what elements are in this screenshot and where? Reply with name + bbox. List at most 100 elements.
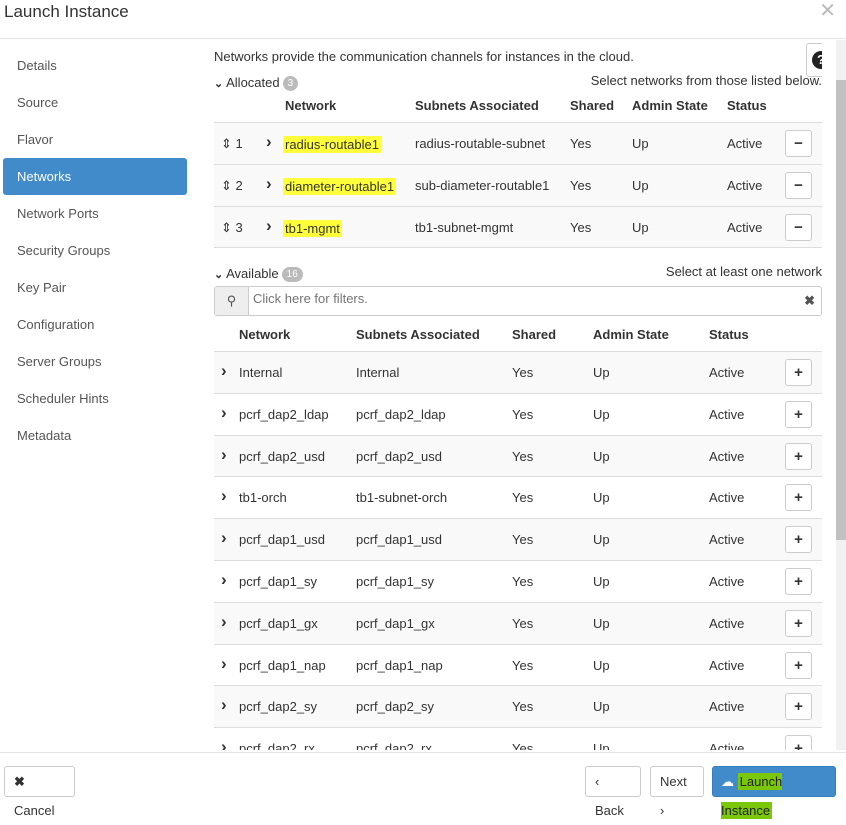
cell-admin: Up xyxy=(593,741,610,750)
remove-button[interactable]: − xyxy=(785,130,812,157)
sidebar-item-server-groups[interactable]: Server Groups xyxy=(3,343,187,380)
remove-button[interactable]: − xyxy=(785,172,812,199)
sidebar-item-scheduler-hints[interactable]: Scheduler Hints xyxy=(3,380,187,417)
cell-subnets: pcrf_dap2_ldap xyxy=(356,406,446,422)
sidebar-item-source[interactable]: Source xyxy=(3,84,187,121)
question-icon: ? xyxy=(812,51,822,69)
expand-chevron-icon[interactable]: › xyxy=(221,695,227,715)
sidebar-item-networks[interactable]: Networks xyxy=(3,158,187,195)
cell-status: Active xyxy=(709,448,745,464)
drag-handle[interactable]: ⇕ 1 xyxy=(221,136,243,152)
sidebar-item-metadata[interactable]: Metadata xyxy=(3,417,187,454)
expand-chevron-icon[interactable]: › xyxy=(221,737,227,750)
remove-button[interactable]: − xyxy=(785,214,812,241)
clear-filter-icon[interactable]: ✖ xyxy=(804,293,815,309)
cell-subnets: tb1-subnet-orch xyxy=(356,490,448,506)
back-button[interactable]: ‹ Back xyxy=(585,766,641,818)
scrollbar-thumb[interactable] xyxy=(836,80,846,540)
chevron-down-icon: ⌄ xyxy=(214,78,224,90)
table-row: › pcrf_dap2_sy pcrf_dap2_sy Yes Up Active + xyxy=(214,685,822,728)
column-header-admin[interactable]: Admin State xyxy=(593,327,669,342)
cell-status: Active xyxy=(709,365,745,380)
cell-status: Active xyxy=(709,532,745,548)
expand-chevron-icon[interactable]: › xyxy=(221,445,227,465)
cell-subnets: tb1-subnet-mgmt xyxy=(415,220,514,235)
table-row: › pcrf_dap1_nap pcrf_dap1_nap Yes Up Active + xyxy=(214,643,822,686)
sidebar-item-configuration[interactable]: Configuration xyxy=(3,306,187,343)
expand-chevron-icon[interactable]: › xyxy=(266,174,272,194)
cell-status: Active xyxy=(709,490,745,506)
expand-chevron-icon[interactable]: › xyxy=(221,361,227,381)
column-header-admin[interactable]: Admin State xyxy=(632,98,708,113)
add-button[interactable]: + xyxy=(785,484,812,512)
x-icon: ✖ xyxy=(14,774,25,789)
table-row: › pcrf_dap2_rx pcrf_dap2_rx Yes Up Active + xyxy=(214,727,822,750)
column-header-status[interactable]: Status xyxy=(727,98,767,113)
row-order: 1 xyxy=(235,136,243,151)
table-row: › pcrf_dap1_gx pcrf_dap1_gx Yes Up Active + xyxy=(214,601,822,644)
sidebar-item-security-groups[interactable]: Security Groups xyxy=(3,232,187,269)
help-button[interactable]: ? xyxy=(806,43,822,77)
cell-network: pcrf_dap1_sy xyxy=(239,574,318,589)
expand-chevron-icon[interactable]: › xyxy=(221,528,227,548)
add-button[interactable]: + xyxy=(785,359,812,386)
column-header-network[interactable]: Network xyxy=(239,327,290,342)
cloud-upload-icon: ☁ xyxy=(721,774,734,789)
available-toggle[interactable]: ⌄ Available 16 xyxy=(214,266,303,282)
intro-text: Networks provide the communication chann… xyxy=(214,49,634,64)
cell-subnets: pcrf_dap1_gx xyxy=(356,615,435,631)
cell-subnets: Internal xyxy=(356,365,400,380)
add-button[interactable]: + xyxy=(785,568,812,595)
cell-admin: Up xyxy=(593,699,610,715)
dialog-title: Launch Instance xyxy=(4,2,129,21)
cell-status: Active xyxy=(727,220,763,235)
expand-chevron-icon[interactable]: › xyxy=(221,486,227,506)
row-order: 3 xyxy=(235,220,243,235)
add-button[interactable]: + xyxy=(785,693,812,721)
cell-shared: Yes xyxy=(512,490,534,506)
expand-chevron-icon[interactable]: › xyxy=(266,216,272,236)
table-row: ⇕ 2 › diameter-routable1 sub-diameter-routa… xyxy=(214,164,822,206)
table-row: › tb1-orch tb1-subnet-orch Yes Up Active + xyxy=(214,476,822,519)
sidebar-item-key-pair[interactable]: Key Pair xyxy=(3,269,187,306)
filter-input[interactable] xyxy=(253,291,793,306)
column-header-subnets[interactable]: Subnets Associated xyxy=(356,327,480,342)
add-button[interactable]: + xyxy=(785,526,812,554)
column-header-subnets[interactable]: Subnets Associated xyxy=(415,98,539,113)
add-button[interactable]: + xyxy=(785,400,812,428)
add-button[interactable]: + xyxy=(785,442,812,470)
column-header-shared[interactable]: Shared xyxy=(570,98,614,113)
expand-chevron-icon[interactable]: › xyxy=(221,570,227,590)
cell-shared: Yes xyxy=(570,220,592,235)
expand-chevron-icon[interactable]: › xyxy=(266,132,272,152)
launch-instance-button[interactable]: ☁ Launch Instance xyxy=(712,766,836,819)
close-icon[interactable]: ✕ xyxy=(819,0,836,23)
cell-shared: Yes xyxy=(512,741,534,750)
column-header-shared[interactable]: Shared xyxy=(512,327,556,342)
column-header-network[interactable]: Network xyxy=(285,98,336,113)
cell-admin: Up xyxy=(593,490,610,506)
sidebar-item-network-ports[interactable]: Network Ports xyxy=(3,195,187,232)
next-button[interactable]: Next › xyxy=(650,766,704,818)
add-button[interactable]: + xyxy=(785,651,812,679)
cell-admin: Up xyxy=(593,532,610,548)
drag-handle[interactable]: ⇕ 3 xyxy=(221,220,243,236)
cell-status: Active xyxy=(709,615,745,631)
drag-handle[interactable]: ⇕ 2 xyxy=(221,178,243,194)
cell-shared: Yes xyxy=(512,574,534,589)
cancel-button[interactable]: ✖ Cancel xyxy=(4,766,75,818)
expand-chevron-icon[interactable]: › xyxy=(221,612,227,632)
allocated-count: 3 xyxy=(282,76,299,91)
column-header-status[interactable]: Status xyxy=(709,327,749,342)
cell-shared: Yes xyxy=(570,136,592,151)
cell-shared: Yes xyxy=(512,532,534,548)
sidebar-item-flavor[interactable]: Flavor xyxy=(3,121,187,158)
expand-chevron-icon[interactable]: › xyxy=(221,403,227,423)
sidebar-item-details[interactable]: Details xyxy=(3,47,187,84)
allocated-toggle[interactable]: ⌄ Allocated 3 xyxy=(214,75,299,91)
cell-admin: Up xyxy=(593,448,610,464)
add-button[interactable]: + xyxy=(785,609,812,637)
add-button[interactable]: + xyxy=(785,735,812,750)
expand-chevron-icon[interactable]: › xyxy=(221,654,227,674)
table-row: › pcrf_dap2_usd pcrf_dap2_usd Yes Up Active + xyxy=(214,434,822,477)
